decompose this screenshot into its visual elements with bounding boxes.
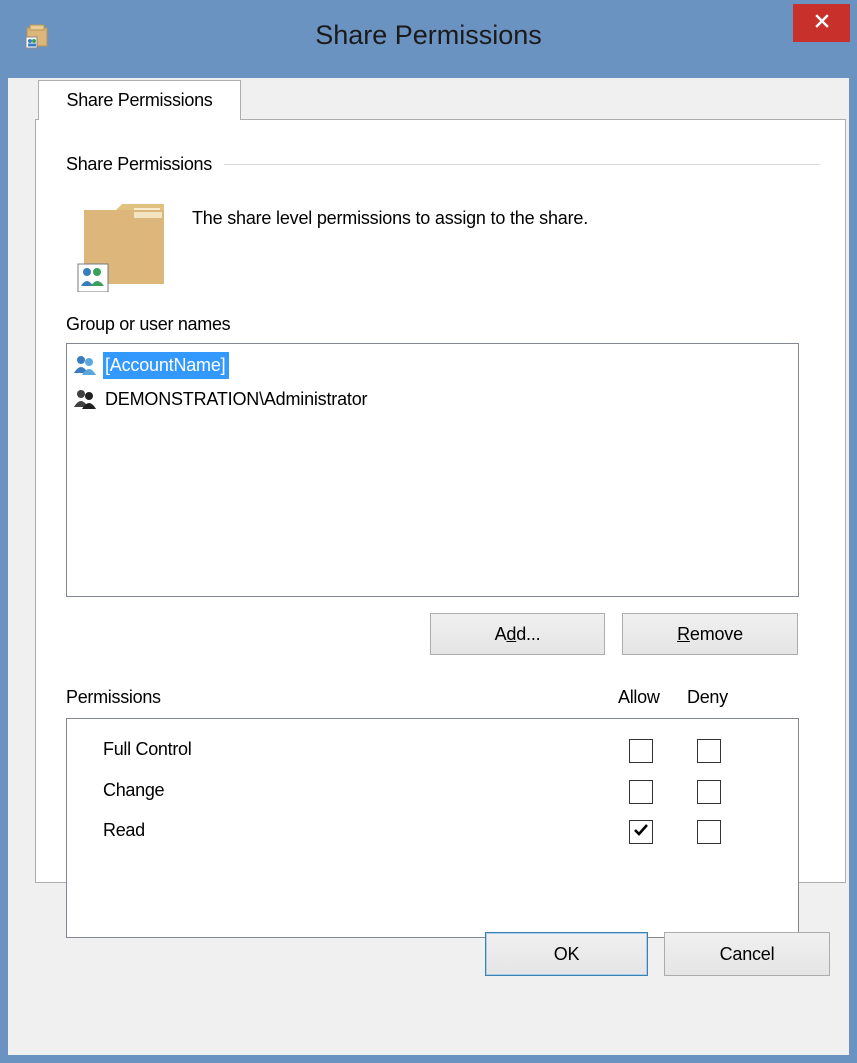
deny-header: Deny [687,687,728,707]
add-button-accelerator: d [506,623,517,644]
permission-name: Read [103,820,145,840]
window-title: Share Permissions [315,20,542,50]
ok-button[interactable]: OK [485,932,648,976]
permission-row-change: Change [67,772,798,812]
tab-panel: Share Permissions The share level permis… [35,119,846,938]
user-group-icon [73,387,97,411]
allow-checkbox[interactable] [629,780,653,804]
share-permissions-window: Share Permissions Share Permissions Shar… [0,0,857,1063]
cancel-button[interactable]: Cancel [664,932,830,976]
allow-checkbox[interactable] [629,820,653,844]
list-item[interactable]: DEMONSTRATION\Administrator [73,382,371,416]
deny-checkbox[interactable] [697,780,721,804]
dialog-client-area: Share Permissions Share Permissions The … [8,78,849,1055]
title-bar[interactable]: Share Permissions [0,0,857,78]
user-group-icon [73,353,97,377]
add-button-label-post: d... [516,623,541,644]
shared-folder-icon [76,202,171,293]
tab-share-permissions[interactable]: Share Permissions [38,80,241,120]
deny-checkbox[interactable] [697,820,721,844]
permission-name: Full Control [103,739,192,759]
permissions-label: Permissions [66,687,161,707]
remove-button[interactable]: Remove [622,613,798,655]
permission-row-full-control: Full Control [67,731,798,771]
users-listbox[interactable]: [AccountName] DEMONSTRATION\Administrato… [66,343,799,597]
permission-row-read: Read [67,812,798,852]
allow-checkbox[interactable] [629,739,653,763]
permission-name: Change [103,780,165,800]
checkmark-icon [633,822,649,843]
add-button-label-pre: A [494,623,507,644]
group-description: The share level permissions to assign to… [192,208,589,228]
permissions-list: Full Control Change Read [66,718,799,938]
close-button[interactable] [793,4,850,42]
remove-button-accelerator: R [677,623,690,644]
list-item-label: DEMONSTRATION\Administrator [105,388,368,409]
group-heading: Share Permissions [66,154,224,175]
allow-header: Allow [618,687,660,707]
users-label: Group or user names [66,314,231,334]
deny-checkbox[interactable] [697,739,721,763]
remove-button-label-post: emove [689,623,743,644]
list-item[interactable]: [AccountName] [73,348,230,382]
add-button[interactable]: Ad d... [430,613,605,655]
list-item-label: [AccountName] [103,351,230,379]
close-icon [814,13,830,34]
